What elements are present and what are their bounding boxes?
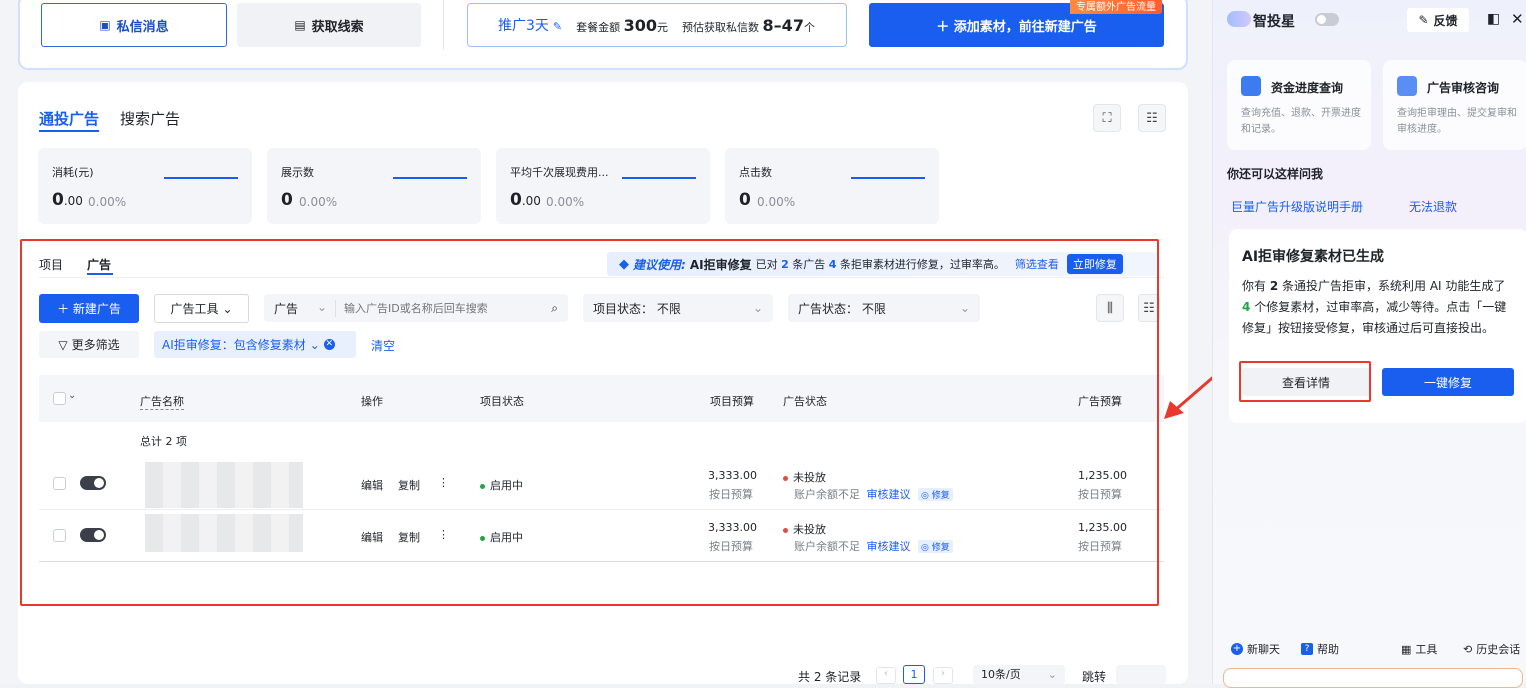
metric-trend-line [622,177,696,179]
metric-trend-line [393,177,467,179]
tools-button[interactable]: ▦ 工具 [1401,641,1437,657]
ai-card-title: AI拒审修复素材已生成 [1242,249,1385,265]
promo-amount: 套餐金额 300元 [576,15,669,35]
metric-impressions[interactable]: 展示数 0 0.00% [267,148,481,224]
assistant-toggle[interactable] [1315,13,1339,26]
annotation-highlight-box [1239,361,1371,402]
tab-underline [39,130,99,132]
edit-icon[interactable]: ✎ [553,20,562,33]
divider [443,0,444,50]
metric-value: 0 [739,190,751,210]
metric-trend-line [851,177,925,179]
new-chat-button[interactable]: + 新聊天 [1231,641,1280,657]
feedback-button[interactable]: ✎ 反馈 [1407,8,1469,32]
jump-input[interactable] [1116,665,1166,684]
quick-card-desc: 查询拒审理由、提交复审和审核进度。 [1397,108,1517,135]
dock-icon[interactable]: ◧ [1487,11,1500,27]
prev-page-icon[interactable]: ‹ [876,667,896,684]
leads-icon: ▤ [294,18,306,32]
tab-search-ads[interactable]: 搜索广告 [120,108,180,129]
metric-pct: 0.00% [299,195,338,209]
help-button[interactable]: ? 帮助 [1301,641,1339,657]
promo-days: 推广3天 ✎ [498,18,563,34]
annotation-highlight-box [20,239,1159,606]
metric-pct: 0.00% [88,195,127,209]
promo-summary[interactable]: 推广3天 ✎ 套餐金额 300元 预估获取私信数 8–47个 [467,3,847,47]
get-leads-label: 获取线索 [311,19,364,35]
metric-label: 展示数 [281,166,314,179]
assistant-sidebar: 智投星 ✎ 反馈 ◧ ✕ 资金进度查询 查询充值、退款、开票进度和记录。 广告审核… [1212,0,1526,688]
metric-value: 0.00 [510,190,541,210]
history-icon: ⟲ [1463,642,1473,656]
fullscreen-icon[interactable]: ⛶ [1093,104,1121,132]
message-icon: ▣ [99,18,111,32]
metric-label: 平均千次展现费用... [510,166,609,179]
fund-icon [1241,76,1261,96]
plus-icon: + [1231,643,1243,655]
assistant-title: 智投星 [1253,14,1295,30]
main-area: ▣ 私信消息 ▤ 获取线索 推广3天 ✎ 套餐金额 300元 预估获取私信数 8–… [0,0,1212,684]
get-leads-button[interactable]: ▤ 获取线索 [237,3,421,47]
help-icon: ? [1301,643,1313,655]
promo-badge: 专属额外广告流量 [1070,0,1162,14]
pagination-total: 共 2 条记录 [798,670,862,684]
close-icon[interactable]: ✕ [1511,10,1524,28]
metric-cost[interactable]: 消耗(元) 0.00 0.00% [38,148,252,224]
metric-trend-line [164,177,238,179]
metric-label: 点击数 [739,166,772,179]
grid-icon: ▦ [1401,642,1412,656]
metric-pct: 0.00% [546,195,585,209]
quick-card-fund-progress[interactable]: 资金进度查询 查询充值、退款、开票进度和记录。 [1227,60,1371,150]
page-1-button[interactable]: 1 [903,665,925,684]
promo-estimate: 预估获取私信数 8–47个 [682,15,815,35]
private-message-label: 私信消息 [116,19,169,35]
quick-card-ad-review[interactable]: 广告审核咨询 查询拒审理由、提交复审和审核进度。 [1383,60,1526,150]
ai-card-text: 你有 2 条通投广告拒审，系统利用 AI 功能生成了 4 个修复素材，过审率高，… [1242,279,1507,335]
one-click-fix-button[interactable]: 一键修复 [1382,368,1514,396]
ask-link-refund[interactable]: 无法退款 [1409,198,1457,215]
metric-value: 0 [281,190,293,210]
metric-pct: 0.00% [757,195,796,209]
private-message-button[interactable]: ▣ 私信消息 [41,3,227,47]
history-button[interactable]: ⟲ 历史会话 [1463,641,1520,657]
assistant-logo [1227,11,1251,27]
page-size-select[interactable]: 10条/页 ⌄ [973,665,1065,684]
metric-clicks[interactable]: 点击数 0 0.00% [725,148,939,224]
metric-label: 消耗(元) [52,166,94,179]
next-page-icon[interactable]: › [933,667,953,684]
metric-cpm[interactable]: 平均千次展现费用... 0.00 0.00% [496,148,710,224]
quick-card-desc: 查询充值、退款、开票进度和记录。 [1241,108,1361,135]
quick-card-title: 广告审核咨询 [1427,81,1500,95]
metric-value: 0.00 [52,190,83,210]
quick-card-title: 资金进度查询 [1271,81,1344,95]
feedback-icon: ✎ [1418,13,1429,27]
review-icon [1397,76,1417,96]
settings-icon[interactable]: ☷ [1138,104,1166,132]
tab-general-ads[interactable]: 通投广告 [39,108,99,129]
chat-input[interactable] [1223,668,1523,688]
jump-label: 跳转 [1082,670,1107,684]
ask-link-manual[interactable]: 巨量广告升级版说明手册 [1231,198,1363,215]
ask-title: 你还可以这样问我 [1227,167,1324,181]
